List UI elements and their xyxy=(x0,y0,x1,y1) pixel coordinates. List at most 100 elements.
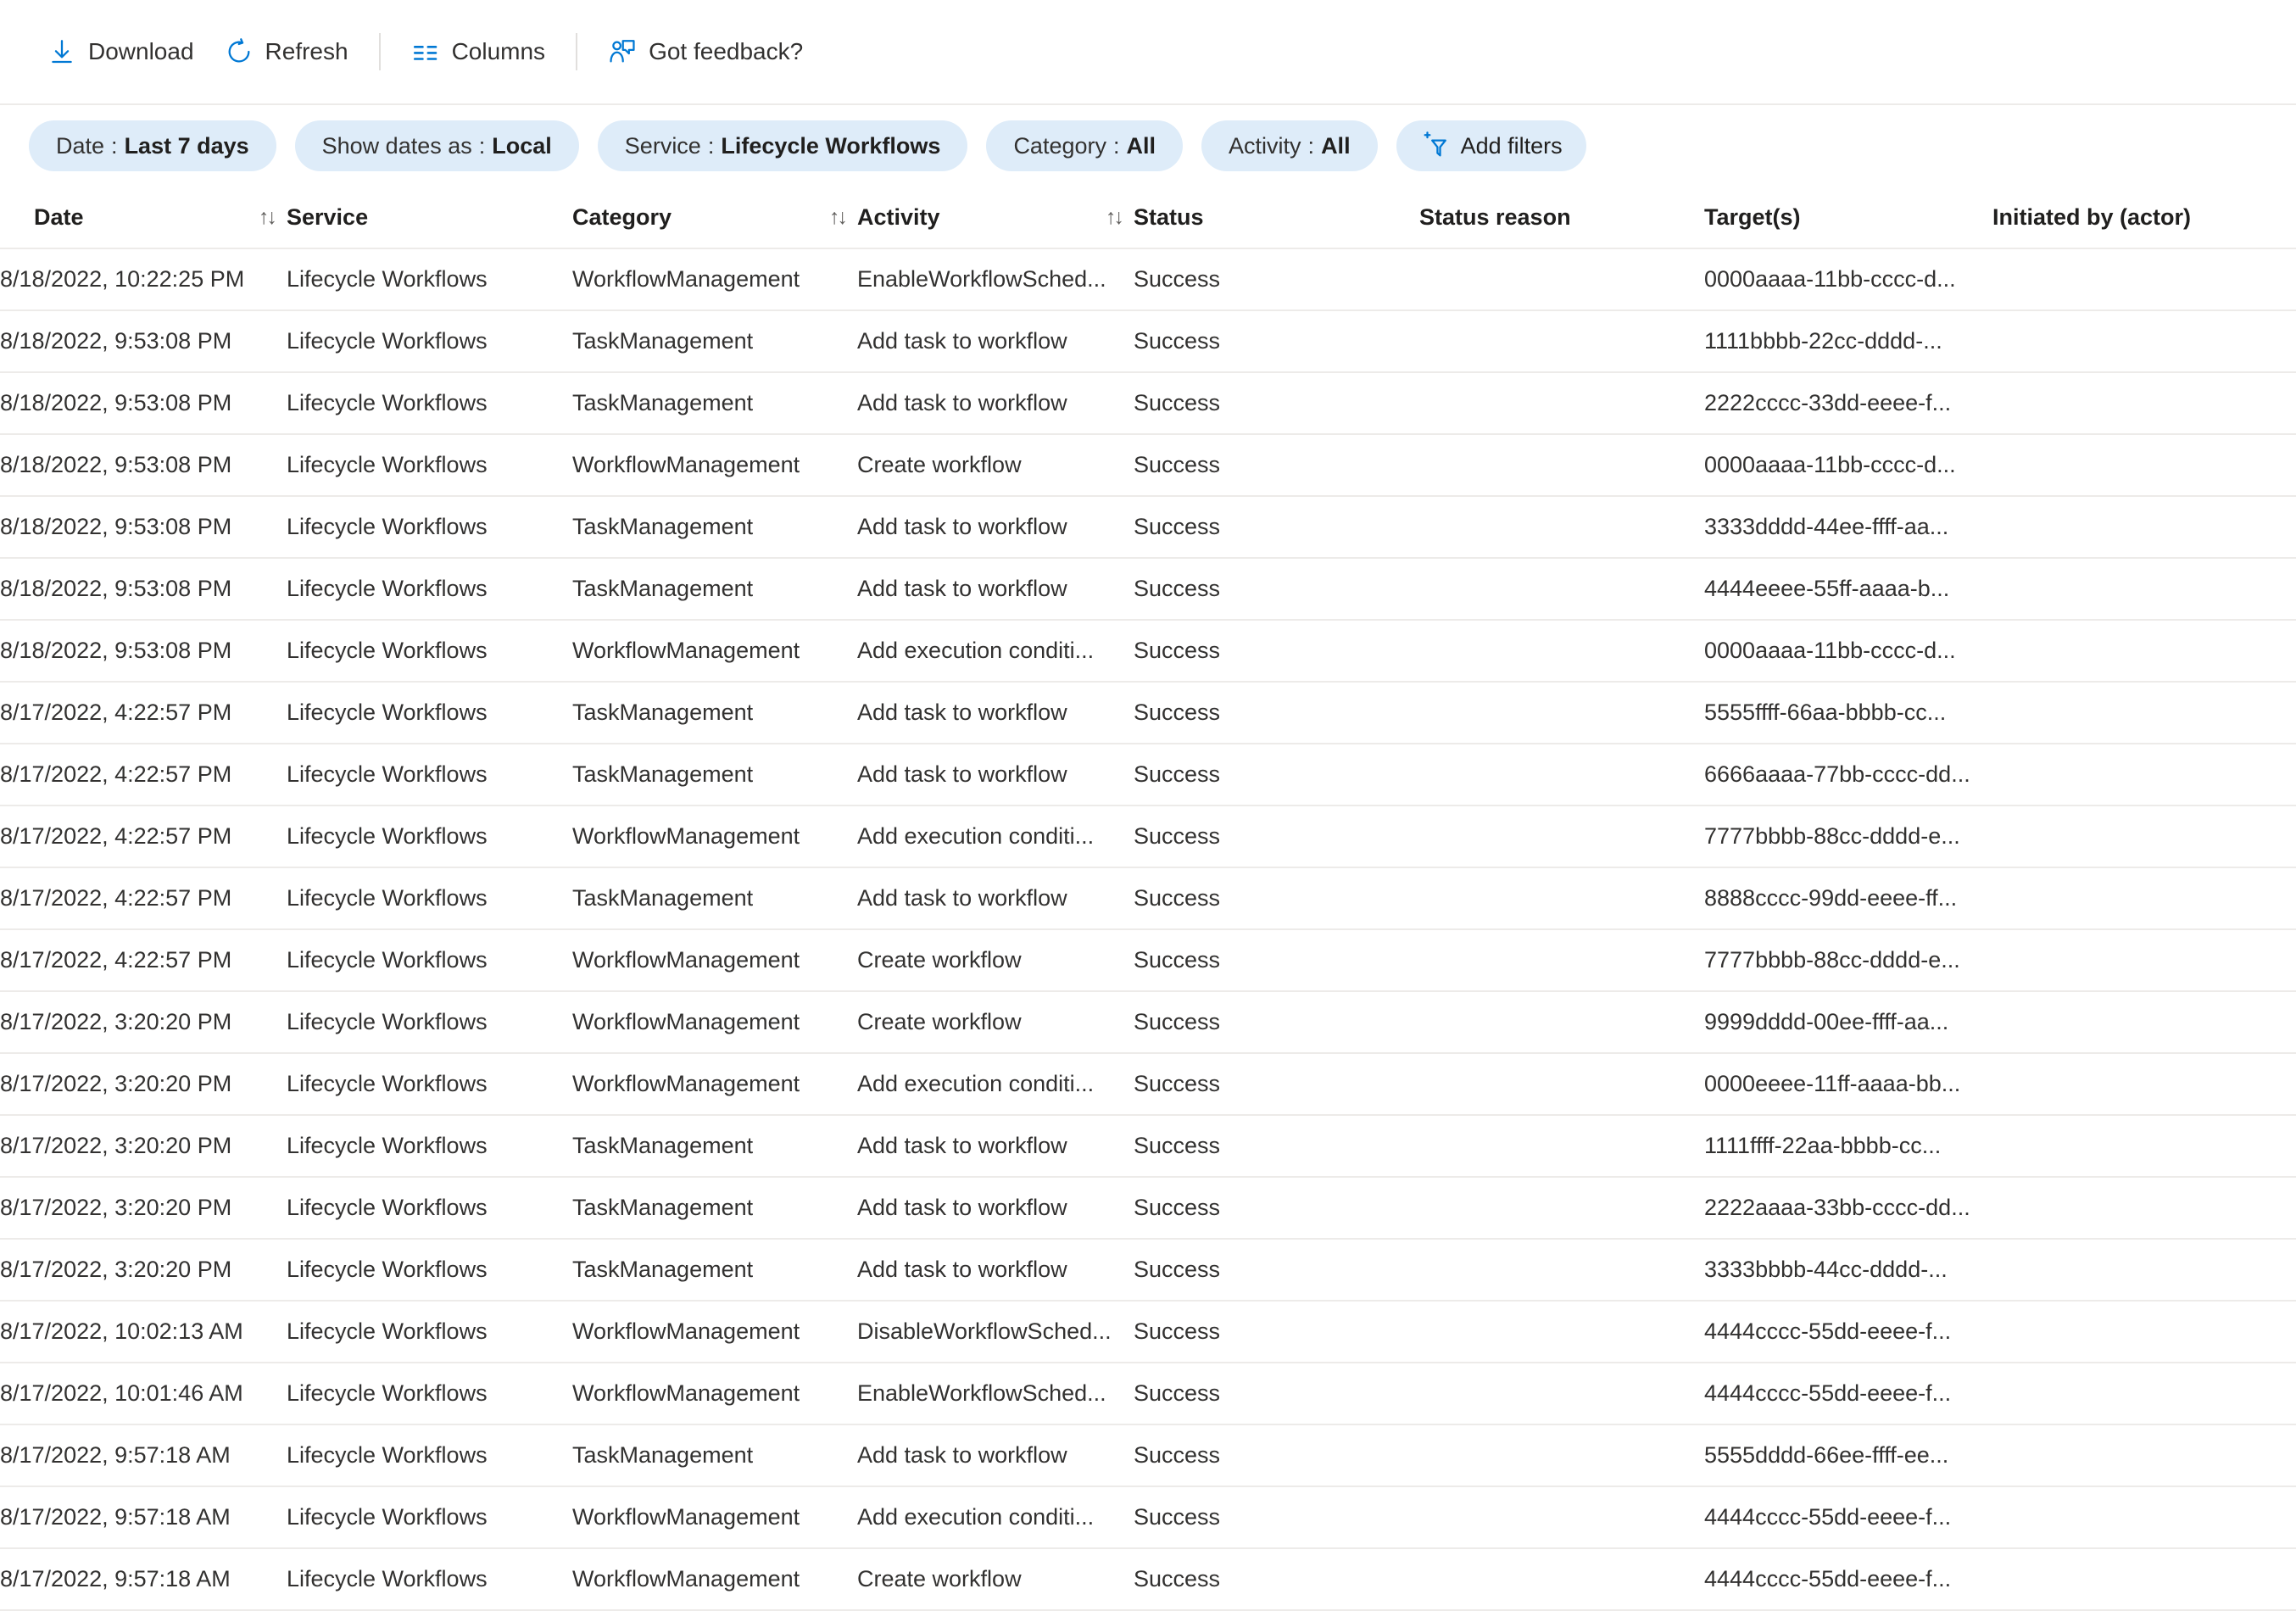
add-filters-button[interactable]: Add filters xyxy=(1396,120,1586,171)
cell-date: 8/17/2022, 4:22:57 PM xyxy=(0,867,287,929)
filter-pill-category[interactable]: Category : All xyxy=(986,120,1183,171)
cell-activity: Add task to workflow xyxy=(857,867,1134,929)
table-row[interactable]: 8/18/2022, 9:53:08 PMLifecycle Workflows… xyxy=(0,372,2296,434)
cell-initiated-by xyxy=(1992,434,2296,496)
cell-status: Success xyxy=(1134,1053,1419,1115)
filter-pill-show-dates-as[interactable]: Show dates as : Local xyxy=(295,120,579,171)
cell-service: Lifecycle Workflows xyxy=(287,310,572,372)
cell-service: Lifecycle Workflows xyxy=(287,1301,572,1363)
column-header-date[interactable]: Date ↑↓ xyxy=(0,187,287,248)
column-header-initiated-by[interactable]: Initiated by (actor) xyxy=(1992,187,2296,248)
cell-initiated-by xyxy=(1992,991,2296,1053)
cell-activity: Create workflow xyxy=(857,1548,1134,1610)
cell-date: 8/17/2022, 3:20:20 PM xyxy=(0,1115,287,1177)
column-header-targets[interactable]: Target(s) xyxy=(1704,187,1992,248)
filter-pill-date[interactable]: Date : Last 7 days xyxy=(29,120,276,171)
cell-activity: Create workflow xyxy=(857,929,1134,991)
cell-target: 2222cccc-33dd-eeee-f... xyxy=(1704,372,1992,434)
toolbar-divider-2 xyxy=(576,33,577,70)
refresh-icon xyxy=(225,37,254,66)
table-row[interactable]: 8/18/2022, 9:53:08 PMLifecycle Workflows… xyxy=(0,558,2296,620)
cell-target: 0000aaaa-11bb-cccc-d... xyxy=(1704,620,1992,682)
cell-date: 8/17/2022, 3:20:20 PM xyxy=(0,1239,287,1301)
table-row[interactable]: 8/17/2022, 9:57:18 AMLifecycle Workflows… xyxy=(0,1548,2296,1610)
column-header-service-label: Service xyxy=(287,204,368,231)
cell-service: Lifecycle Workflows xyxy=(287,682,572,744)
cell-service: Lifecycle Workflows xyxy=(287,620,572,682)
cell-date: 8/17/2022, 4:22:57 PM xyxy=(0,929,287,991)
table-row[interactable]: 8/17/2022, 4:22:57 PMLifecycle Workflows… xyxy=(0,682,2296,744)
column-header-service[interactable]: Service xyxy=(287,187,572,248)
cell-activity: Add execution conditi... xyxy=(857,1486,1134,1548)
cell-status-reason xyxy=(1419,310,1704,372)
cell-service: Lifecycle Workflows xyxy=(287,1424,572,1486)
filter-bar: Date : Last 7 days Show dates as : Local… xyxy=(0,105,2296,187)
cell-service: Lifecycle Workflows xyxy=(287,1486,572,1548)
table-row[interactable]: 8/18/2022, 9:53:08 PMLifecycle Workflows… xyxy=(0,620,2296,682)
table-row[interactable]: 8/17/2022, 3:20:20 PMLifecycle Workflows… xyxy=(0,991,2296,1053)
sort-updown-icon-activity[interactable]: ↑↓ xyxy=(1106,207,1122,228)
cell-category: TaskManagement xyxy=(572,1115,857,1177)
table-row[interactable]: 8/18/2022, 9:53:08 PMLifecycle Workflows… xyxy=(0,496,2296,558)
cell-service: Lifecycle Workflows xyxy=(287,1363,572,1424)
table-row[interactable]: 8/17/2022, 3:20:20 PMLifecycle Workflows… xyxy=(0,1239,2296,1301)
add-filter-icon xyxy=(1420,131,1449,160)
cell-category: WorkflowManagement xyxy=(572,1053,857,1115)
cell-service: Lifecycle Workflows xyxy=(287,1115,572,1177)
cell-target: 4444cccc-55dd-eeee-f... xyxy=(1704,1301,1992,1363)
cell-initiated-by xyxy=(1992,806,2296,867)
table-row[interactable]: 8/17/2022, 4:22:57 PMLifecycle Workflows… xyxy=(0,929,2296,991)
cell-status-reason xyxy=(1419,991,1704,1053)
filter-service-key: Service xyxy=(625,133,701,159)
column-header-category[interactable]: Category ↑↓ xyxy=(572,187,857,248)
table-row[interactable]: 8/18/2022, 9:53:08 PMLifecycle Workflows… xyxy=(0,434,2296,496)
cell-category: WorkflowManagement xyxy=(572,1486,857,1548)
filter-pill-activity[interactable]: Activity : All xyxy=(1201,120,1378,171)
download-button[interactable]: Download xyxy=(32,25,209,79)
cell-date: 8/17/2022, 4:22:57 PM xyxy=(0,682,287,744)
columns-button[interactable]: Columns xyxy=(396,25,560,79)
refresh-button[interactable]: Refresh xyxy=(209,25,364,79)
sort-updown-icon-date[interactable]: ↑↓ xyxy=(259,207,275,228)
table-row[interactable]: 8/17/2022, 9:57:18 AMLifecycle Workflows… xyxy=(0,1424,2296,1486)
column-header-activity[interactable]: Activity ↑↓ xyxy=(857,187,1134,248)
column-header-status-reason[interactable]: Status reason xyxy=(1419,187,1704,248)
table-body: 8/18/2022, 10:22:25 PMLifecycle Workflow… xyxy=(0,248,2296,1610)
cell-date: 8/17/2022, 4:22:57 PM xyxy=(0,806,287,867)
cell-initiated-by xyxy=(1992,1053,2296,1115)
cell-category: TaskManagement xyxy=(572,1177,857,1239)
cell-category: TaskManagement xyxy=(572,310,857,372)
table-row[interactable]: 8/18/2022, 10:22:25 PMLifecycle Workflow… xyxy=(0,248,2296,310)
cell-service: Lifecycle Workflows xyxy=(287,1177,572,1239)
table-row[interactable]: 8/17/2022, 3:20:20 PMLifecycle Workflows… xyxy=(0,1177,2296,1239)
cell-initiated-by xyxy=(1992,310,2296,372)
cell-activity: Add task to workflow xyxy=(857,496,1134,558)
cell-status: Success xyxy=(1134,372,1419,434)
table-row[interactable]: 8/17/2022, 4:22:57 PMLifecycle Workflows… xyxy=(0,744,2296,806)
cell-initiated-by xyxy=(1992,248,2296,310)
feedback-button[interactable]: Got feedback? xyxy=(593,25,818,79)
filter-category-value: All xyxy=(1127,133,1156,159)
download-icon xyxy=(47,37,76,66)
table-row[interactable]: 8/17/2022, 9:57:18 AMLifecycle Workflows… xyxy=(0,1486,2296,1548)
table-row[interactable]: 8/17/2022, 3:20:20 PMLifecycle Workflows… xyxy=(0,1115,2296,1177)
table-row[interactable]: 8/17/2022, 10:01:46 AMLifecycle Workflow… xyxy=(0,1363,2296,1424)
filter-pill-service[interactable]: Service : Lifecycle Workflows xyxy=(598,120,968,171)
cell-target: 0000aaaa-11bb-cccc-d... xyxy=(1704,248,1992,310)
cell-target: 4444cccc-55dd-eeee-f... xyxy=(1704,1486,1992,1548)
sort-updown-icon-category[interactable]: ↑↓ xyxy=(829,207,845,228)
cell-target: 0000aaaa-11bb-cccc-d... xyxy=(1704,434,1992,496)
cell-category: WorkflowManagement xyxy=(572,434,857,496)
table-row[interactable]: 8/17/2022, 4:22:57 PMLifecycle Workflows… xyxy=(0,806,2296,867)
cell-activity: Add task to workflow xyxy=(857,310,1134,372)
column-header-status[interactable]: Status xyxy=(1134,187,1419,248)
table-row[interactable]: 8/17/2022, 3:20:20 PMLifecycle Workflows… xyxy=(0,1053,2296,1115)
cell-activity: Add task to workflow xyxy=(857,372,1134,434)
cell-target: 3333dddd-44ee-ffff-aa... xyxy=(1704,496,1992,558)
table-row[interactable]: 8/17/2022, 10:02:13 AMLifecycle Workflow… xyxy=(0,1301,2296,1363)
table-row[interactable]: 8/18/2022, 9:53:08 PMLifecycle Workflows… xyxy=(0,310,2296,372)
table-row[interactable]: 8/17/2022, 4:22:57 PMLifecycle Workflows… xyxy=(0,867,2296,929)
cell-status: Success xyxy=(1134,682,1419,744)
cell-date: 8/17/2022, 3:20:20 PM xyxy=(0,1053,287,1115)
cell-status: Success xyxy=(1134,310,1419,372)
